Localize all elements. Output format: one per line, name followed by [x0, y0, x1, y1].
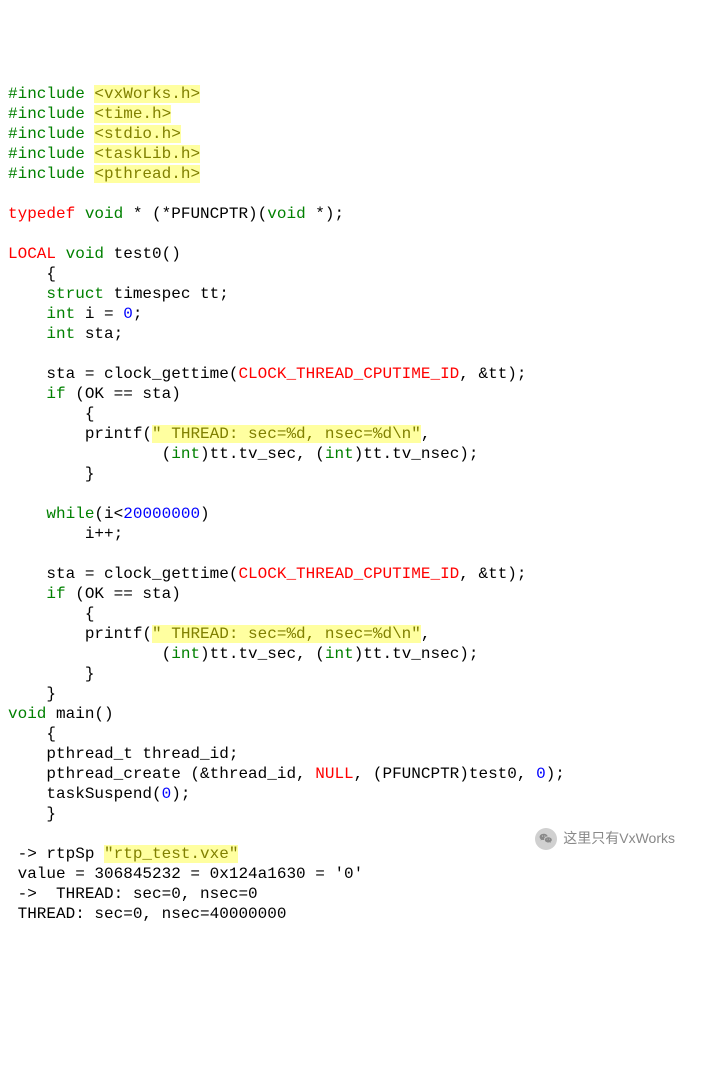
call-pthread-create: pthread_create (&thread_id, — [8, 765, 315, 783]
brace-close: } — [8, 685, 56, 703]
call-end: ); — [546, 765, 565, 783]
call-tasksuspend: taskSuspend( — [8, 785, 162, 803]
keyword-if: if — [46, 385, 65, 403]
decl-pthread: pthread_t thread_id; — [8, 745, 238, 763]
typedef-body: * (*PFUNCPTR)( — [123, 205, 267, 223]
keyword-while: while — [46, 505, 94, 523]
call-args: , (PFUNCPTR)test0, — [354, 765, 536, 783]
wechat-icon — [535, 828, 557, 850]
include-directive: #include — [8, 105, 94, 123]
shell-output: -> THREAD: sec=0, nsec=0 — [8, 885, 258, 903]
keyword-int: int — [325, 645, 354, 663]
decl-timespec: timespec tt; — [104, 285, 229, 303]
keyword-typedef: typedef — [8, 205, 75, 223]
arg-indent: ( — [8, 645, 171, 663]
call-printf: printf( — [8, 425, 152, 443]
decl-i: i = — [75, 305, 123, 323]
string-format: " THREAD: sec=%d, nsec=%d\n" — [152, 625, 421, 643]
include-header: <pthread.h> — [94, 165, 200, 183]
func-name-test0: test0() — [104, 245, 181, 263]
decl-sta: sta; — [75, 325, 123, 343]
literal-zero: 0 — [536, 765, 546, 783]
call-clock-gettime: sta = clock_gettime( — [8, 565, 238, 583]
const-null: NULL — [315, 765, 353, 783]
call-args: , &tt); — [459, 365, 526, 383]
while-cond: (i< — [94, 505, 123, 523]
shell-prompt: -> rtpSp — [8, 845, 104, 863]
typedef-end: *); — [306, 205, 344, 223]
arg1: )tt.tv_sec, ( — [200, 445, 325, 463]
arg-indent: ( — [8, 445, 171, 463]
keyword-struct: struct — [46, 285, 104, 303]
call-clock-gettime: sta = clock_gettime( — [8, 365, 238, 383]
keyword-void: void — [66, 245, 104, 263]
include-header: <vxWorks.h> — [94, 85, 200, 103]
brace-open: { — [8, 265, 56, 283]
while-cond-close: ) — [200, 505, 210, 523]
watermark: 这里只有VxWorks — [523, 824, 687, 854]
literal-zero: 0 — [162, 785, 172, 803]
shell-output: value = 306845232 = 0x124a1630 = '0' — [8, 865, 363, 883]
keyword-int: int — [46, 305, 75, 323]
include-directive: #include — [8, 165, 94, 183]
include-header: <stdio.h> — [94, 125, 180, 143]
keyword-void: void — [85, 205, 123, 223]
watermark-text: 这里只有VxWorks — [563, 830, 675, 848]
arg1: )tt.tv_sec, ( — [200, 645, 325, 663]
include-header: <taskLib.h> — [94, 145, 200, 163]
string-filename: "rtp_test.vxe" — [104, 845, 238, 863]
keyword-void: void — [267, 205, 305, 223]
include-header: <time.h> — [94, 105, 171, 123]
keyword-int: int — [46, 325, 75, 343]
if-cond: (OK == sta) — [66, 585, 181, 603]
brace-close: } — [8, 665, 94, 683]
literal-num: 20000000 — [123, 505, 200, 523]
keyword-void: void — [8, 705, 46, 723]
keyword-if: if — [46, 585, 65, 603]
call-args: , &tt); — [459, 565, 526, 583]
call-printf: printf( — [8, 625, 152, 643]
code-block: #include <vxWorks.h> #include <time.h> #… — [8, 84, 699, 924]
brace-close: } — [8, 805, 56, 823]
brace-open: { — [8, 605, 94, 623]
const-clock-id: CLOCK_THREAD_CPUTIME_ID — [238, 565, 459, 583]
keyword-local: LOCAL — [8, 245, 56, 263]
brace-open: { — [8, 725, 56, 743]
arg2: )tt.tv_nsec); — [354, 645, 479, 663]
func-name-main: main() — [46, 705, 113, 723]
brace-open: { — [8, 405, 94, 423]
arg2: )tt.tv_nsec); — [354, 445, 479, 463]
include-directive: #include — [8, 145, 94, 163]
keyword-int: int — [171, 645, 200, 663]
literal-zero: 0 — [123, 305, 133, 323]
keyword-int: int — [325, 445, 354, 463]
keyword-int: int — [171, 445, 200, 463]
string-format: " THREAD: sec=%d, nsec=%d\n" — [152, 425, 421, 443]
const-clock-id: CLOCK_THREAD_CPUTIME_ID — [238, 365, 459, 383]
comma: , — [421, 425, 431, 443]
include-directive: #include — [8, 125, 94, 143]
include-directive: #include — [8, 85, 94, 103]
shell-output: THREAD: sec=0, nsec=40000000 — [8, 905, 286, 923]
comma: , — [421, 625, 431, 643]
semicolon: ; — [133, 305, 143, 323]
if-cond: (OK == sta) — [66, 385, 181, 403]
brace-close: } — [8, 465, 94, 483]
stmt-increment: i++; — [8, 525, 123, 543]
call-end: ); — [171, 785, 190, 803]
